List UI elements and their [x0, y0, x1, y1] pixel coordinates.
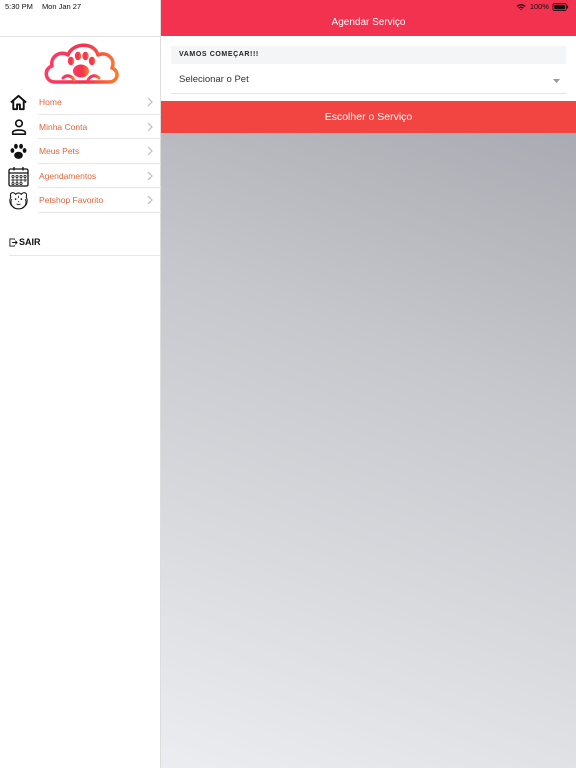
dog-cat-icon [8, 190, 29, 211]
status-time: 5:30 PM [5, 2, 33, 11]
paw-icon [8, 141, 29, 162]
logout-button[interactable]: SAIR [9, 237, 41, 247]
main-content: 100% Agendar Serviço VAMOS COMEÇAR!!! Se… [161, 0, 576, 768]
sidebar-item-label: Home [39, 97, 62, 107]
chevron-right-icon [147, 122, 153, 132]
sidebar-divider [0, 36, 161, 37]
sidebar-item-agendamentos[interactable]: Agendamentos [0, 164, 161, 189]
status-bar-left: 5:30 PM Mon Jan 27 [5, 2, 81, 11]
user-icon [8, 117, 29, 138]
wifi-icon [516, 3, 526, 10]
sidebar-item-minha-conta[interactable]: Minha Conta [0, 115, 161, 140]
page-title: Agendar Serviço [331, 17, 406, 28]
battery-icon [552, 2, 569, 11]
status-bar-right: 100% [516, 2, 569, 11]
chevron-right-icon [147, 146, 153, 156]
pet-select[interactable]: Selecionar o Pet [171, 68, 566, 94]
sidebar: 5:30 PM Mon Jan 27 Home Minha Conta Meus… [0, 0, 161, 768]
navigation-bar: 100% Agendar Serviço [161, 0, 576, 36]
sidebar-item-meus-pets[interactable]: Meus Pets [0, 139, 161, 164]
status-date: Mon Jan 27 [41, 2, 82, 11]
chevron-right-icon [147, 97, 153, 107]
chevron-right-icon [147, 171, 153, 181]
row-divider [38, 211, 161, 213]
sidebar-menu: Home Minha Conta Meus Pets Agendamentos … [0, 90, 161, 213]
sidebar-item-label: Meus Pets [39, 146, 80, 157]
home-icon [8, 92, 29, 113]
sidebar-item-petshop-favorito[interactable]: Petshop Favorito [0, 188, 161, 213]
calendar-icon [8, 166, 29, 187]
sidebar-item-label: Minha Conta [39, 121, 88, 132]
chevron-right-icon [147, 195, 153, 205]
form-panel: VAMOS COMEÇAR!!! Selecionar o Pet [161, 36, 576, 101]
logout-label: SAIR [19, 237, 41, 247]
sidebar-item-home[interactable]: Home [0, 90, 161, 115]
sidebar-item-label: Agendamentos [39, 170, 97, 181]
logout-icon [9, 237, 18, 247]
battery-percentage: 100% [529, 2, 549, 11]
choose-service-button[interactable]: Escolher o Serviço [161, 101, 576, 133]
section-title: VAMOS COMEÇAR!!! [171, 46, 566, 64]
caret-down-icon [553, 79, 560, 83]
app-logo [44, 43, 119, 84]
sidebar-item-label: Petshop Favorito [39, 195, 104, 206]
pet-select-value: Selecionar o Pet [179, 74, 249, 85]
logout-divider [9, 255, 160, 256]
